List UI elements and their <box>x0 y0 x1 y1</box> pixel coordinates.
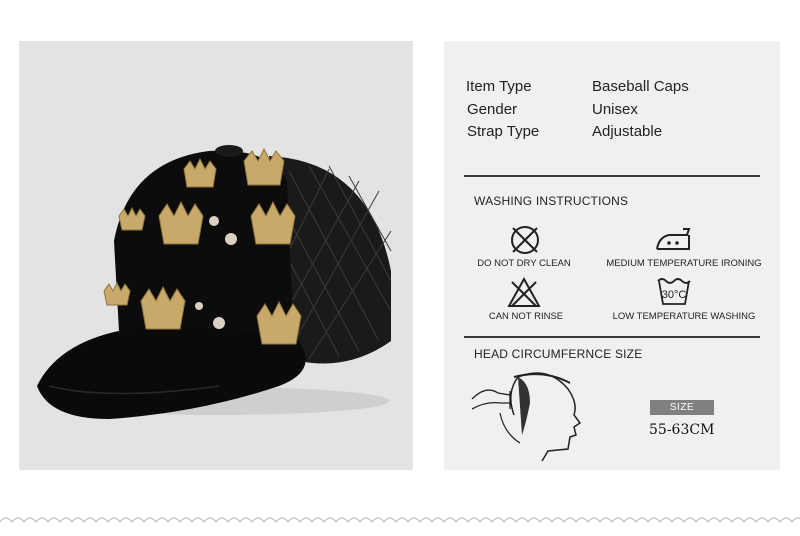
wash-label-no-dry-clean: DO NOT DRY CLEAN <box>477 258 571 269</box>
spec-label-strap-type: Strap Type <box>467 123 540 140</box>
spec-label-item-type: Item Type <box>466 78 532 95</box>
iron-icon <box>656 228 691 250</box>
wash-label-no-rinse: CAN NOT RINSE <box>488 311 564 322</box>
cap-illustration <box>37 145 392 419</box>
wash-label-ironing: MEDIUM TEMPERATURE IRONING <box>606 258 762 269</box>
spec-value-gender: Unisex <box>592 101 638 118</box>
spec-label-gender: Gender <box>467 101 518 118</box>
wavy-divider <box>0 517 800 523</box>
spec-value-item-type: Baseball Caps <box>592 78 689 95</box>
size-badge: SIZE <box>650 400 714 415</box>
wash-temp-text: 30°C <box>662 289 687 301</box>
wash-30-icon: 30°C <box>657 278 691 305</box>
product-photo <box>19 41 413 470</box>
no-dry-clean-icon <box>511 226 539 254</box>
wash-label-low-temp: LOW TEMPERATURE WASHING <box>612 311 756 322</box>
spec-panel: Item Type Baseball Caps Gender Unisex St… <box>444 41 780 470</box>
head-measure-icon <box>471 372 582 462</box>
washing-title: WASHING INSTRUCTIONS <box>474 194 629 208</box>
spec-value-strap-type: Adjustable <box>592 123 663 140</box>
no-rinse-icon <box>507 276 541 307</box>
size-value: 55-63CM <box>649 422 715 438</box>
head-size-title: HEAD CIRCUMFERNCE SIZE <box>474 347 643 361</box>
divider <box>464 336 760 338</box>
divider <box>464 175 760 177</box>
